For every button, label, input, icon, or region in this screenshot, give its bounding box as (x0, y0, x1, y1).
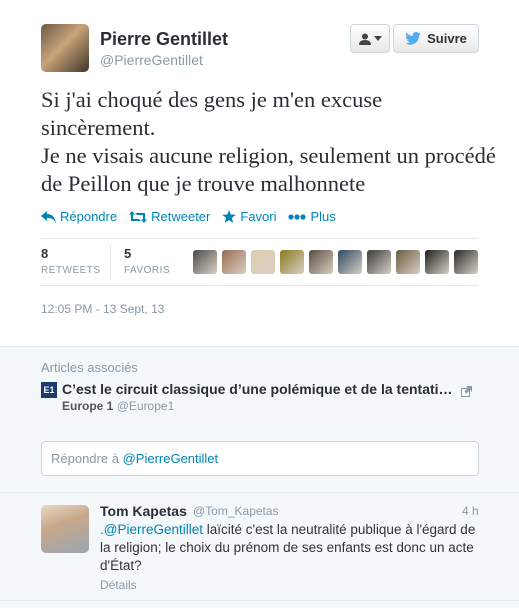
retweet-action[interactable]: Retweeter (129, 209, 210, 224)
author-avatar[interactable] (41, 24, 89, 72)
more-action[interactable]: Plus (288, 209, 336, 224)
reply-mention: @PierreGentillet (122, 451, 219, 466)
reply-timestamp[interactable]: 4 h (462, 504, 479, 518)
star-icon (222, 210, 237, 223)
reply-label: Répondre (60, 209, 118, 224)
tweet-actions: Répondre Retweeter Favori Plus (41, 209, 336, 224)
favoriter-avatar[interactable] (425, 250, 449, 274)
reply-input[interactable]: Répondre à @PierreGentillet (41, 441, 479, 476)
retweets-count: 8 (41, 246, 49, 261)
related-title: Articles associés (41, 360, 138, 375)
related-article-source: Europe 1 @Europe1 (62, 399, 174, 413)
follow-button[interactable]: Suivre (393, 24, 479, 53)
related-article-headline[interactable]: C’est le circuit classique d’une polémiq… (62, 381, 470, 397)
source-name[interactable]: Europe 1 (62, 399, 113, 413)
reply-prefix: Répondre à (51, 451, 119, 466)
author-handle[interactable]: @PierreGentillet (100, 52, 203, 68)
europe1-logo: E1 (41, 382, 57, 398)
reply-text-mention[interactable]: .@PierreGentillet (100, 522, 203, 537)
more-dots-icon (288, 213, 307, 220)
reply-author-name[interactable]: Tom Kapetas (100, 503, 187, 519)
tweet-text: Si j'ai choqué des gens je m'en excuse s… (41, 86, 496, 198)
tweet-line-1: Si j'ai choqué des gens je m'en excuse s… (41, 87, 383, 140)
favorites-label: FAVORIS (124, 265, 171, 276)
reply-text: .@PierreGentillet laïcité c'est la neutr… (100, 521, 480, 575)
favoriter-avatar[interactable] (338, 250, 362, 274)
reply-author-avatar[interactable] (41, 505, 89, 553)
retweets-stat[interactable]: 8 RETWEETS (41, 246, 101, 276)
retweets-label: RETWEETS (41, 265, 101, 276)
favoriter-avatar[interactable] (367, 250, 391, 274)
divider (41, 285, 478, 286)
favoriter-avatar[interactable] (454, 250, 478, 274)
divider (0, 600, 519, 601)
author-name[interactable]: Pierre Gentillet (100, 29, 228, 50)
favoriter-avatar[interactable] (251, 250, 275, 274)
follow-label: Suivre (427, 31, 467, 46)
reply-action[interactable]: Répondre (41, 209, 117, 224)
tweet-line-2: Je ne visais aucune religion, seulement … (41, 143, 496, 196)
caret-down-icon (373, 36, 382, 41)
retweet-label: Retweeter (151, 209, 211, 224)
favoriter-avatar[interactable] (309, 250, 333, 274)
favorite-label: Favori (240, 209, 277, 224)
divider (41, 238, 478, 239)
favoriter-avatar[interactable] (396, 250, 420, 274)
divider (0, 492, 519, 493)
favoriter-avatar[interactable] (222, 250, 246, 274)
source-handle[interactable]: @Europe1 (117, 399, 175, 413)
favoriter-avatar[interactable] (193, 250, 217, 274)
favorites-count: 5 (124, 246, 132, 261)
more-label: Plus (310, 209, 336, 224)
external-link-icon[interactable] (461, 384, 472, 402)
favoriter-avatar[interactable] (280, 250, 304, 274)
retweet-icon (129, 210, 148, 223)
tweet-timestamp[interactable]: 12:05 PM - 13 Sept, 13 (41, 302, 164, 316)
reply-details-link[interactable]: Détails (100, 578, 137, 592)
reply-author-handle[interactable]: @Tom_Kapetas (193, 504, 279, 518)
reply-icon (41, 210, 56, 223)
user-actions-button[interactable] (350, 24, 390, 53)
favoriters-avatars (193, 250, 478, 274)
stat-divider (110, 244, 111, 280)
favorites-stat[interactable]: 5 FAVORIS (124, 246, 170, 276)
user-icon (358, 33, 371, 45)
twitter-bird-icon (405, 32, 421, 45)
favorite-action[interactable]: Favori (222, 209, 276, 224)
